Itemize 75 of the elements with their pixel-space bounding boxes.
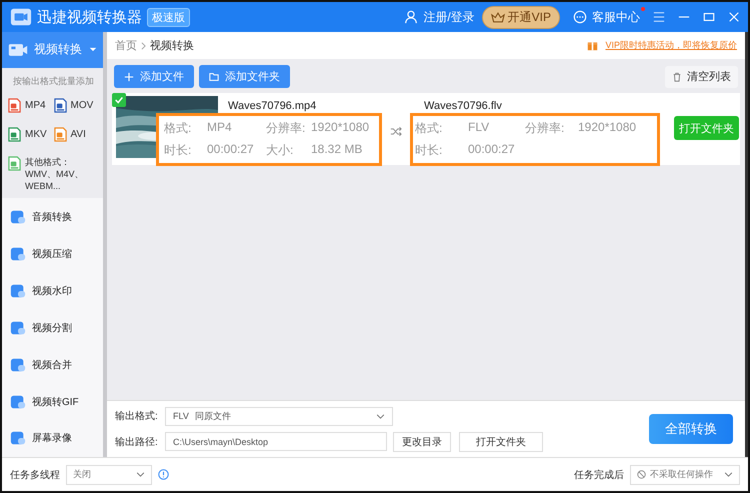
file-name: Waves70796.mp4 bbox=[228, 100, 318, 112]
sidebar-item[interactable]: 音频转换 bbox=[2, 198, 103, 236]
info-text: 分辨率: bbox=[266, 120, 306, 137]
info-text: 格式: bbox=[164, 120, 192, 137]
login-link[interactable]: 注册/登录 bbox=[423, 8, 475, 26]
info-text: 1920*1080 bbox=[578, 120, 638, 136]
tool-icon bbox=[10, 356, 26, 373]
sidebar-item[interactable]: 屏幕录像 bbox=[2, 420, 103, 457]
menu-icon[interactable] bbox=[653, 11, 665, 23]
info-text: 00:00:27 bbox=[468, 142, 516, 158]
close-icon[interactable] bbox=[728, 11, 740, 23]
breadcrumb-link[interactable]: 首页 bbox=[115, 38, 137, 53]
output-format-dropdown[interactable]: FLV 同原文件 bbox=[165, 406, 393, 426]
output-format-label: 输出格式: bbox=[115, 410, 159, 423]
chevron-icon bbox=[141, 42, 146, 50]
chevron-down-icon bbox=[376, 414, 385, 418]
user-icon[interactable] bbox=[404, 10, 418, 24]
format-link[interactable]: MOV bbox=[70, 100, 94, 111]
maximize-icon[interactable] bbox=[703, 11, 715, 23]
shuffle-icon bbox=[390, 126, 402, 137]
app-logo-icon bbox=[10, 6, 32, 28]
breadcrumb-link[interactable]: 视频转换 bbox=[150, 38, 194, 53]
tool-icon bbox=[10, 282, 26, 299]
output-path-field[interactable]: C:\Users\mayn\Desktop bbox=[165, 432, 387, 451]
sidebar-item[interactable]: 视频压缩 bbox=[2, 235, 103, 272]
trash-icon bbox=[672, 72, 682, 82]
chevron-down-icon bbox=[136, 472, 145, 477]
info-text: 大小: bbox=[266, 142, 294, 159]
info-text: 时长: bbox=[164, 142, 192, 159]
vip-button[interactable]: 开通VIP bbox=[482, 6, 560, 28]
info-text: 00:00:27 bbox=[207, 142, 255, 158]
threads-label: 任务多线程 bbox=[10, 468, 60, 482]
output-path-label: 输出路径: bbox=[115, 436, 159, 448]
format-link[interactable]: 其他格式：WMV、M4V、WEBM... bbox=[25, 156, 99, 192]
sidebar-item[interactable]: 视频合并 bbox=[2, 346, 103, 384]
info-text: 1920*1080 bbox=[311, 120, 370, 136]
info-text: 分辨率: bbox=[525, 120, 566, 137]
clear-list-button[interactable]: 清空列表 bbox=[665, 66, 738, 88]
format-link[interactable]: AVI bbox=[70, 128, 86, 140]
format-link[interactable]: MP4 bbox=[25, 100, 46, 111]
gift-icon bbox=[587, 40, 598, 51]
open-folder-button[interactable]: 打开文件夹 bbox=[459, 432, 543, 452]
app-title: 迅捷视频转换器 bbox=[37, 8, 142, 26]
tool-icon bbox=[10, 394, 26, 410]
tool-icon bbox=[10, 430, 26, 446]
info-icon[interactable] bbox=[158, 469, 169, 480]
crown-icon bbox=[490, 12, 505, 22]
info-text: FLV bbox=[468, 120, 490, 136]
tool-icon bbox=[10, 208, 26, 225]
tool-icon bbox=[10, 246, 26, 262]
file-name: Waves70796.flv bbox=[424, 100, 503, 112]
sidebar-item[interactable]: 视频分割 bbox=[2, 309, 103, 346]
tool-icon bbox=[10, 320, 26, 336]
info-text: 格式: bbox=[415, 120, 444, 137]
change-directory-button[interactable]: 更改目录 bbox=[393, 432, 451, 452]
video-icon bbox=[8, 42, 28, 58]
sidebar-item[interactable]: 视频水印 bbox=[2, 272, 103, 310]
chat-icon[interactable] bbox=[573, 10, 587, 24]
info-text: 时长: bbox=[415, 142, 444, 159]
after-task-label: 任务完成后 bbox=[574, 468, 624, 482]
checkmark-icon[interactable] bbox=[112, 93, 126, 107]
edition-badge: 极速版 bbox=[147, 8, 190, 26]
plus-icon bbox=[124, 72, 134, 82]
folder-icon bbox=[209, 72, 219, 82]
after-task-dropdown[interactable]: 不采取任何操作 bbox=[630, 464, 740, 484]
format-hint: 按输出格式批量添加 bbox=[12, 74, 95, 88]
sidebar-item[interactable]: 视频转GIF bbox=[2, 383, 103, 420]
format-link[interactable]: MKV bbox=[25, 128, 47, 140]
info-text: 18.32 MB bbox=[311, 142, 364, 158]
sidebar-scrollbar[interactable] bbox=[103, 32, 107, 457]
support-link[interactable]: 客服中心 bbox=[592, 8, 640, 26]
prohibited-icon bbox=[637, 470, 646, 479]
chevron-down-icon bbox=[724, 472, 733, 477]
info-text: MP4 bbox=[207, 120, 233, 136]
threads-dropdown[interactable]: 关闭 bbox=[66, 464, 152, 484]
